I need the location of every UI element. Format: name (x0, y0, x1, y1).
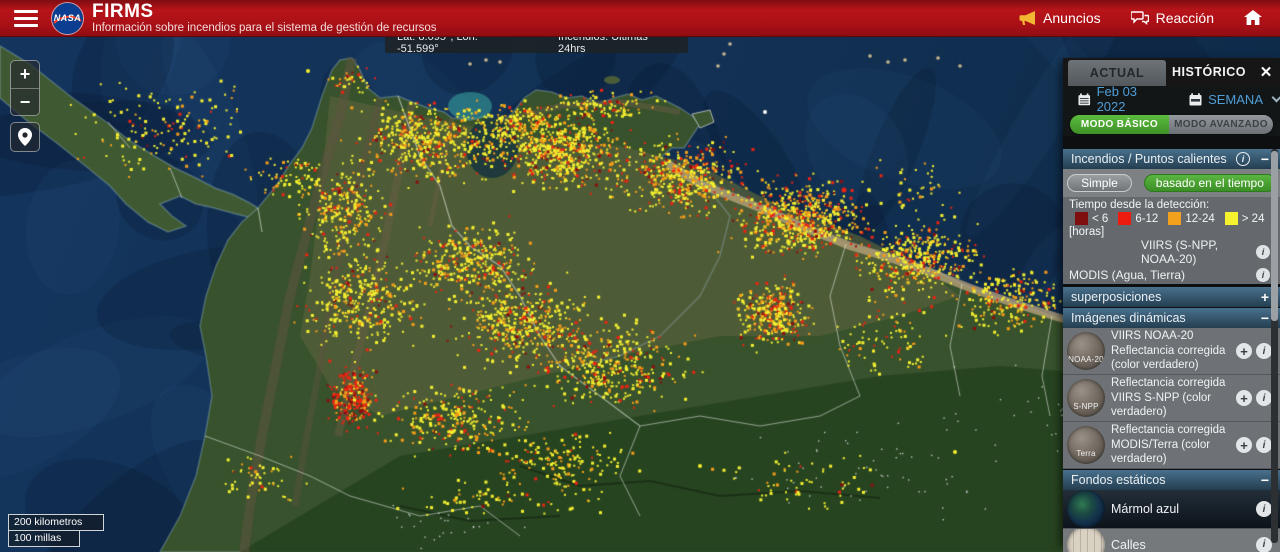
expand-icon[interactable]: + (1258, 290, 1272, 304)
section-fires-header[interactable]: Incendios / Puntos calientes i − (1063, 148, 1280, 169)
source-modis[interactable]: MODIS (Agua, Tierra) i (1063, 266, 1280, 284)
add-layer-icon[interactable]: + (1236, 437, 1252, 453)
time-based-button[interactable]: basado en el tiempo (1144, 174, 1276, 192)
info-icon[interactable]: i (1256, 390, 1272, 406)
streets-thumbnail (1067, 528, 1105, 552)
panel-scrollbar[interactable] (1271, 149, 1278, 543)
background-row-streets[interactable]: Calles i (1063, 528, 1280, 552)
date-row: Feb 03 2022 SEMANA (1063, 86, 1280, 112)
scrollbar-thumb[interactable] (1271, 151, 1278, 321)
layer-row-viirs-noaa20[interactable]: NOAA-20 VIIRS NOAA-20 Reflectancia corre… (1063, 328, 1280, 375)
fire-style-row: Simple basado en el tiempo (1063, 169, 1280, 197)
add-layer-icon[interactable]: + (1236, 390, 1252, 406)
map-scale: 200 kilometros 100 millas (8, 514, 104, 547)
nasa-logo[interactable]: NASA (52, 3, 83, 34)
date-picker[interactable]: Feb 03 2022 (1078, 84, 1167, 114)
info-icon[interactable]: i (1256, 268, 1270, 282)
app-header: NASA FIRMS Información sobre incendios p… (0, 0, 1280, 37)
source-viirs[interactable]: VIIRS (S-NPP, NOAA-20) i (1063, 238, 1280, 266)
info-icon[interactable]: i (1256, 501, 1272, 517)
feedback-button[interactable]: Reacción (1131, 10, 1214, 26)
panel-spacer (1063, 136, 1280, 148)
legend-unit: [horas] (1069, 226, 1274, 238)
mode-advanced-button[interactable]: MODO AVANZADO (1169, 115, 1273, 134)
tab-historico[interactable]: HISTÓRICO (1166, 58, 1252, 86)
chevron-down-icon (1272, 93, 1280, 103)
selected-range: SEMANA (1208, 92, 1263, 107)
simple-button[interactable]: Simple (1067, 174, 1132, 192)
legend-swatch-lt6 (1075, 212, 1088, 225)
zoom-out-button[interactable]: − (11, 88, 39, 115)
app-title-block: FIRMS Información sobre incendios para e… (92, 2, 437, 35)
firms-app: NASA FIRMS Información sobre incendios p… (0, 0, 1280, 552)
info-icon[interactable]: i (1256, 537, 1272, 552)
announcements-button[interactable]: Anuncios (1019, 10, 1101, 26)
section-overlays-header[interactable]: superposiciones + (1063, 286, 1280, 307)
legend-title: Tiempo desde la detección: (1069, 199, 1274, 211)
info-icon[interactable]: i (1256, 343, 1272, 359)
zoom-in-button[interactable]: + (11, 61, 39, 88)
app-subtitle: Información sobre incendios para el sist… (92, 22, 437, 34)
info-icon[interactable]: i (1236, 152, 1250, 166)
selected-date: Feb 03 2022 (1097, 84, 1168, 114)
scale-km: 200 kilometros (8, 514, 104, 531)
fire-legend: Tiempo desde la detección: < 6 6-12 12-2… (1063, 197, 1280, 238)
home-icon[interactable] (1244, 10, 1262, 26)
locate-button[interactable] (10, 122, 40, 152)
legend-swatch-12-24 (1168, 212, 1181, 225)
chat-bubbles-icon (1131, 11, 1149, 26)
calendar-icon (1078, 93, 1091, 106)
info-icon[interactable]: i (1256, 437, 1272, 453)
layer-thumbnail: S-NPP (1067, 379, 1105, 417)
layer-thumbnail: NOAA-20 (1067, 332, 1105, 370)
close-icon[interactable]: ✕ (1252, 58, 1280, 86)
layer-row-viirs-snpp[interactable]: S-NPP Reflectancia corregida VIIRS S-NPP… (1063, 375, 1280, 422)
calendar-range-icon (1189, 93, 1202, 106)
menu-icon[interactable] (14, 10, 38, 27)
blue-marble-thumbnail (1067, 490, 1105, 528)
legend-swatch-6-12 (1118, 212, 1131, 225)
megaphone-icon (1019, 11, 1036, 26)
collapse-icon[interactable]: − (1258, 473, 1272, 487)
background-row-blue-marble[interactable]: Mármol azul i (1063, 490, 1280, 528)
tab-actual[interactable]: ACTUAL (1068, 60, 1166, 86)
info-icon[interactable]: i (1256, 245, 1270, 259)
panel-tabbar: ACTUAL HISTÓRICO ✕ (1063, 58, 1280, 86)
layers-panel: ACTUAL HISTÓRICO ✕ Feb 03 2022 SEMANA (1063, 58, 1280, 545)
layer-row-modis-terra[interactable]: Terra Reflectancia corregida MODIS/Terra… (1063, 422, 1280, 469)
collapse-icon[interactable]: − (1258, 311, 1272, 325)
section-imagery-header[interactable]: Imágenes dinámicas − (1063, 307, 1280, 328)
legend-swatch-gt24 (1225, 212, 1238, 225)
location-pin-icon (18, 128, 32, 146)
section-backgrounds-header[interactable]: Fondos estáticos − (1063, 469, 1280, 490)
scale-miles: 100 millas (8, 531, 80, 547)
layer-thumbnail: Terra (1067, 426, 1105, 464)
app-title: FIRMS (92, 2, 437, 22)
add-layer-icon[interactable]: + (1236, 343, 1252, 359)
range-dropdown[interactable]: SEMANA (1189, 92, 1280, 107)
mode-basic-button[interactable]: MODO BÁSICO (1070, 115, 1169, 134)
zoom-control: + − (10, 60, 40, 116)
mode-row: MODO BÁSICO MODO AVANZADO (1063, 112, 1280, 136)
collapse-icon[interactable]: − (1258, 152, 1272, 166)
